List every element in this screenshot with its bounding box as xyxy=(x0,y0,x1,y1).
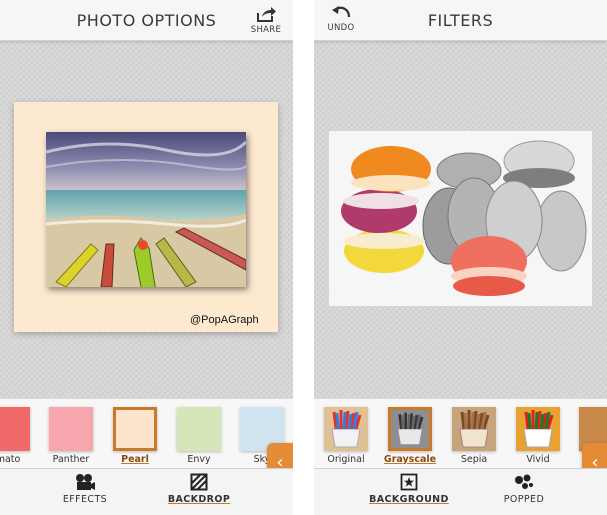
bottom-tab-bar: EFFECTS BACKDROP xyxy=(0,468,293,515)
beach-photo-image xyxy=(46,132,246,287)
filter-label: Sepia xyxy=(460,454,488,465)
hatched-square-icon xyxy=(190,473,208,491)
backdrop-label-selected: Pearl xyxy=(121,454,149,465)
macaron-photo-image xyxy=(329,131,592,306)
tab-popped[interactable]: POPPED xyxy=(474,473,574,513)
backdrop-canvas[interactable]: @PopAGraph xyxy=(14,102,278,332)
title-bar: PHOTO OPTIONS SHARE xyxy=(0,0,293,41)
bottom-tab-bar: BACKGROUND POPPED xyxy=(314,468,607,515)
backdrop-label: mato xyxy=(0,454,21,465)
filter-thumb-vivid[interactable] xyxy=(516,407,560,451)
beach-kayak-photo[interactable] xyxy=(46,132,246,287)
bubbles-icon xyxy=(515,474,533,489)
photo-options-screen: PHOTO OPTIONS SHARE @PopAGraph mato Pant… xyxy=(0,0,293,515)
framed-star-icon xyxy=(400,473,418,491)
backdrop-swatch-tomato[interactable] xyxy=(0,407,30,451)
backdrop-swatch-pearl[interactable] xyxy=(113,407,157,451)
title-bar: UNDO FILTERS xyxy=(314,0,607,41)
page-title: FILTERS xyxy=(427,11,494,30)
tab-background-label: BACKGROUND xyxy=(369,494,449,505)
tab-effects[interactable]: EFFECTS xyxy=(35,473,135,513)
backdrop-strip[interactable]: mato Panther Pearl Envy Sky xyxy=(0,398,293,468)
share-button[interactable]: SHARE xyxy=(244,3,288,39)
tab-effects-label: EFFECTS xyxy=(62,494,108,505)
pencil-cup-image xyxy=(452,407,496,451)
filter-label-selected: Grayscale xyxy=(383,454,437,465)
filter-strip[interactable]: Original Grayscale Sepia Vivid xyxy=(314,398,607,468)
backdrop-label: Panther xyxy=(52,454,90,465)
tab-background[interactable]: BACKGROUND xyxy=(359,473,459,513)
backdrop-label: Envy xyxy=(187,454,211,465)
filter-thumb-sepia[interactable] xyxy=(452,407,496,451)
pencil-cup-image xyxy=(324,407,368,451)
pencil-cup-image xyxy=(391,410,429,448)
filter-thumb-grayscale[interactable] xyxy=(388,407,432,451)
share-label: SHARE xyxy=(250,25,282,35)
backdrop-swatch-panther[interactable] xyxy=(49,407,93,451)
tab-popped-label: POPPED xyxy=(503,494,545,505)
tab-backdrop[interactable]: BACKDROP xyxy=(149,473,249,513)
filter-label: Vivid xyxy=(526,454,550,465)
pencil-cup-image xyxy=(516,407,560,451)
backdrop-swatch-envy[interactable] xyxy=(177,407,221,451)
share-icon xyxy=(257,7,276,22)
macaron-photo[interactable] xyxy=(329,131,592,306)
film-camera-icon xyxy=(76,474,95,490)
filter-thumb-original[interactable] xyxy=(324,407,368,451)
filter-label: Original xyxy=(327,454,365,465)
watermark-text: @PopAGraph xyxy=(190,314,259,326)
filters-screen: UNDO FILTERS Original Grayscale Sepia Vi… xyxy=(314,0,607,515)
tab-backdrop-label: BACKDROP xyxy=(167,494,231,505)
